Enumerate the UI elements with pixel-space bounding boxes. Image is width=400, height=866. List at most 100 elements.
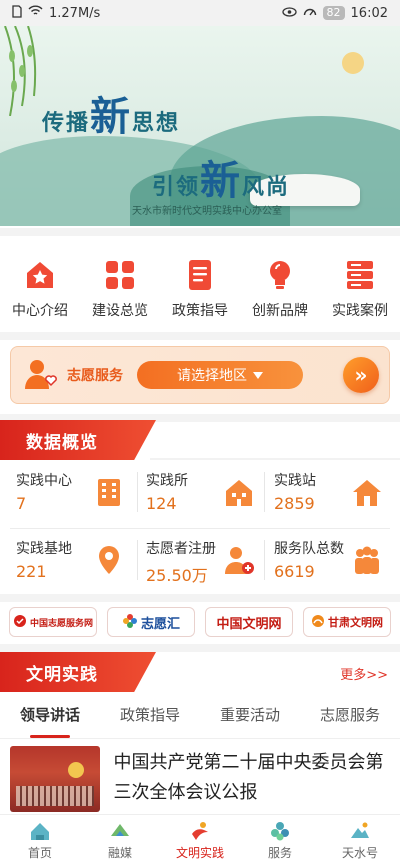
tab-policy[interactable]: 政策指导 (120, 700, 180, 736)
slogan-big-char: 新 (200, 157, 243, 204)
slogan-text: 传播 (42, 110, 91, 136)
volunteer-icon (25, 360, 57, 389)
stat-service-teams[interactable]: 服务队总数 6619 (262, 530, 395, 593)
home-icon (353, 480, 381, 506)
menu-item-brand[interactable]: 创新品牌 (242, 244, 318, 330)
nav-service[interactable]: 服务 (245, 820, 315, 861)
battery-level: 82 (322, 6, 345, 20)
go-arrow-button[interactable]: » (343, 357, 379, 393)
stat-practice-center[interactable]: 实践中心 7 (4, 462, 137, 525)
seats-decoration (16, 786, 94, 806)
volunteer-title: 志愿服务 (67, 368, 123, 384)
grid-icon (106, 261, 134, 289)
menu-item-cases[interactable]: 实践案例 (322, 244, 398, 330)
nav-home[interactable]: 首页 (5, 820, 75, 861)
link-zhiyuanhui[interactable]: 志愿汇 (107, 607, 195, 637)
slogan-big-char: 新 (90, 93, 133, 140)
stat-practice-station[interactable]: 实践站 2859 (262, 462, 395, 525)
tab-activities[interactable]: 重要活动 (220, 700, 280, 736)
menu-item-center-intro[interactable]: 中心介绍 (2, 244, 78, 330)
server-stack-icon (347, 261, 373, 289)
stat-label: 服务队总数 (274, 541, 344, 557)
news-thumbnail (10, 746, 100, 812)
nav-tianshui[interactable]: 天水号 (325, 820, 395, 861)
stat-value: 2859 (274, 494, 315, 513)
link-label: 甘肃文明网 (328, 616, 383, 629)
link-civilization-net[interactable]: 中国文明网 (205, 607, 293, 637)
section-divider (0, 228, 400, 236)
news-item[interactable]: 中国共产党第二十届中央委员会第三次全体会议公报 (10, 746, 390, 812)
building-icon (98, 479, 120, 506)
emblem-decoration (68, 762, 84, 778)
section-divider (0, 332, 400, 340)
menu-item-label: 创新品牌 (252, 303, 308, 319)
sim-card-icon (12, 4, 22, 22)
link-label: 志愿汇 (140, 616, 180, 632)
practice-icon (192, 822, 208, 840)
sun-decoration (342, 52, 364, 74)
banner-slogan-line2: 引领新风尚 (152, 148, 290, 206)
link-gansu-civilization[interactable]: 甘肃文明网 (303, 607, 391, 637)
stats-grid: 实践中心 7 实践所 124 实践站 2859 实践基地 221 志愿者注册 2… (0, 462, 400, 592)
eye-icon (281, 6, 297, 21)
menu-item-label: 实践案例 (332, 303, 388, 319)
hero-banner[interactable]: 传播新思想 引领新风尚 天水市新时代文明实践中心办公室 (0, 26, 400, 226)
flower-logo-icon (122, 613, 138, 632)
nav-label: 首页 (27, 846, 52, 860)
document-icon (189, 260, 211, 290)
house-star-icon (27, 262, 53, 288)
menu-item-overview[interactable]: 建设总览 (82, 244, 158, 330)
tianshui-icon (351, 822, 369, 838)
tabs-underline (0, 738, 400, 739)
stat-value: 25.50万 (146, 566, 208, 585)
menu-item-label: 建设总览 (92, 303, 148, 319)
stat-practice-base[interactable]: 实践基地 221 (4, 530, 137, 593)
link-china-volunteer[interactable]: 中国志愿服务网 (9, 607, 97, 637)
section-title: 数据概览 (0, 420, 156, 460)
stat-label: 实践基地 (16, 541, 72, 557)
nav-label: 天水号 (341, 846, 378, 860)
section-title: 文明实践 (0, 652, 156, 692)
section-divider (0, 594, 400, 602)
clock: 16:02 (350, 5, 388, 21)
header-underline (150, 458, 400, 460)
region-select[interactable]: 请选择地区 (137, 361, 303, 389)
menu-item-policy[interactable]: 政策指导 (162, 244, 238, 330)
slogan-text: 引领 (152, 174, 201, 200)
double-chevron-right-icon: » (354, 363, 368, 387)
stat-value: 221 (16, 562, 47, 581)
menu-item-label: 政策指导 (172, 303, 228, 319)
media-icon (111, 824, 129, 836)
more-link[interactable]: 更多>> (340, 664, 388, 683)
quick-menu: 中心介绍 建设总览 政策指导 创新品牌 实践案例 (0, 244, 400, 330)
nav-label: 服务 (267, 846, 292, 860)
news-tabs: 领导讲话 政策指导 重要活动 志愿服务 (0, 700, 400, 736)
stat-practice-office[interactable]: 实践所 124 (134, 462, 267, 525)
stat-value: 6619 (274, 562, 315, 581)
speedometer-icon (303, 5, 317, 21)
tab-volunteer[interactable]: 志愿服务 (320, 700, 380, 736)
stat-value: 124 (146, 494, 177, 513)
nav-practice[interactable]: 文明实践 (165, 820, 235, 861)
network-speed: 1.27M/s (49, 5, 101, 21)
stat-volunteer-registration[interactable]: 志愿者注册 25.50万 (134, 530, 267, 593)
news-title: 中国共产党第二十届中央委员会第三次全体会议公报 (113, 752, 384, 803)
location-pin-icon (99, 546, 119, 574)
slogan-text: 风尚 (242, 174, 291, 200)
nav-media[interactable]: 融媒 (85, 820, 155, 861)
volunteer-logo-icon (13, 614, 27, 631)
banner-slogan-line1: 传播新思想 (42, 84, 180, 142)
triangle-down-icon (253, 367, 263, 383)
region-select-label: 请选择地区 (177, 368, 247, 384)
status-bar: 1.27M/s 82 16:02 (0, 0, 400, 26)
link-label: 中国文明网 (216, 616, 282, 632)
section-divider (0, 644, 400, 652)
tab-leader-speech[interactable]: 领导讲话 (20, 700, 80, 736)
data-overview-header: 数据概览 (0, 420, 400, 460)
stat-label: 实践中心 (16, 473, 72, 489)
slogan-text: 思想 (132, 110, 181, 136)
bottom-nav: 首页 融媒 文明实践 服务 天水号 (0, 814, 400, 866)
user-add-icon (225, 547, 254, 574)
team-icon (355, 546, 379, 574)
gansu-logo-icon (311, 614, 325, 631)
